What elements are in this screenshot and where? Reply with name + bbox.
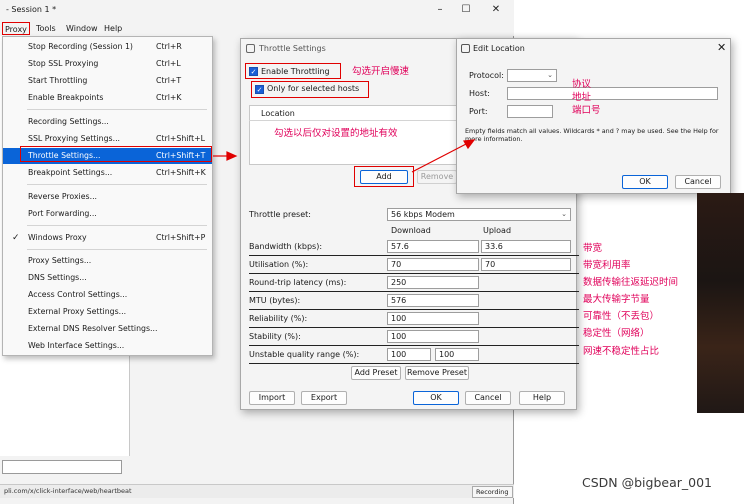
arrow-to-edit-location [411, 142, 469, 173]
arrow-head [463, 139, 476, 150]
arrow-head [226, 151, 238, 161]
annotation-arrows [213, 139, 476, 173]
watermark: CSDN @bigbear_001 [582, 475, 712, 490]
